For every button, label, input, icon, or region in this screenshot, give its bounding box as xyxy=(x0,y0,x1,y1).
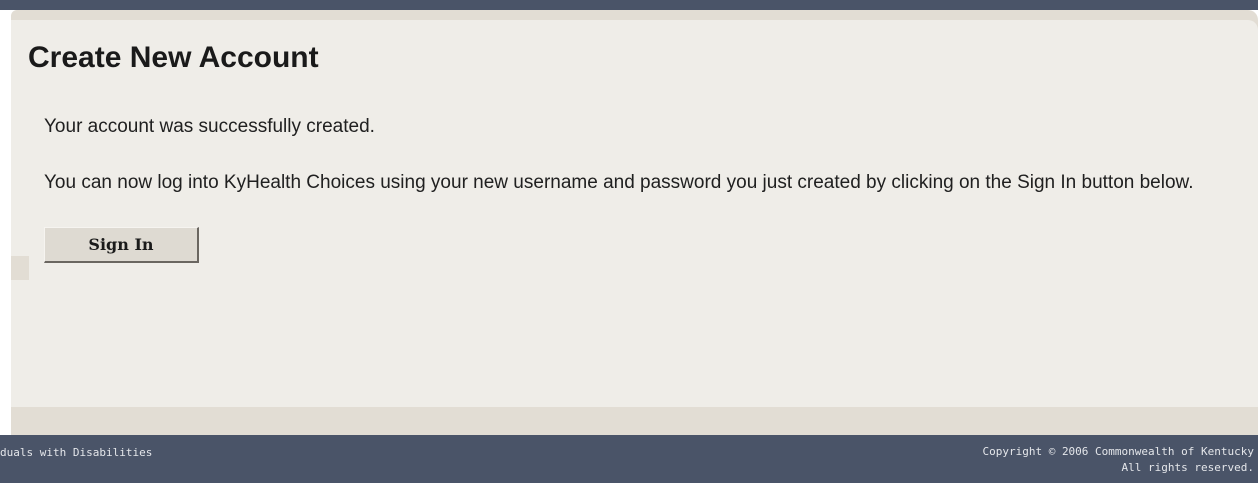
footer-left-text: duals with Disabilities xyxy=(0,446,153,459)
sign-in-button[interactable]: Sign In xyxy=(44,227,199,263)
rights-reserved-line: All rights reserved. xyxy=(1121,461,1254,474)
panel-edge-tab xyxy=(11,256,29,280)
content-panel xyxy=(11,20,1258,407)
footer-bar: duals with Disabilities Copyright © 2006… xyxy=(0,435,1258,483)
copyright-notice: Copyright © 2006 Commonwealth of Kentuck… xyxy=(982,444,1254,476)
instruction-message: You can now log into KyHealth Choices us… xyxy=(44,172,1194,193)
page-title: Create New Account xyxy=(28,41,319,74)
copyright-line: Copyright © 2006 Commonwealth of Kentuck… xyxy=(982,445,1254,458)
success-message: Your account was successfully created. xyxy=(44,116,375,137)
top-banner-strip xyxy=(0,0,1258,10)
